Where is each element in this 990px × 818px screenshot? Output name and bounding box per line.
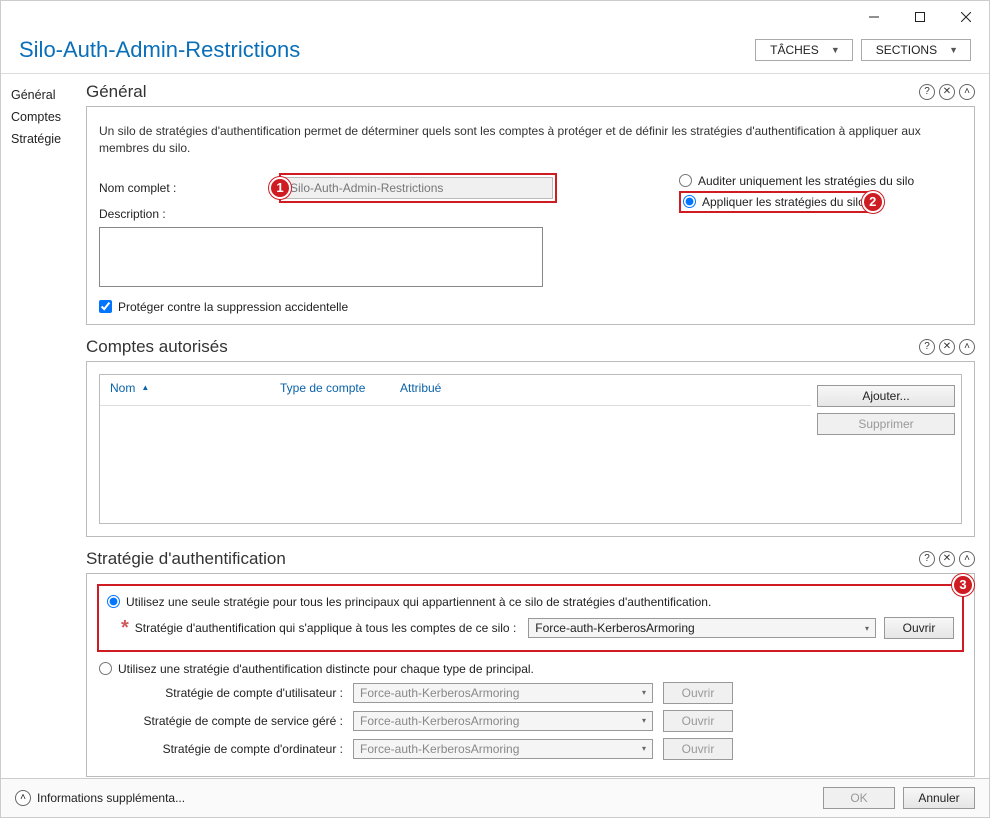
section-title-general: Général — [86, 82, 146, 102]
window-titlebar — [1, 1, 989, 33]
chevron-down-icon: ▾ — [642, 744, 646, 753]
expand-up-icon[interactable]: ˄ — [15, 790, 31, 806]
user-strategy-label: Stratégie de compte d'utilisateur : — [125, 686, 343, 700]
chevron-down-icon: ▼ — [831, 45, 840, 55]
applies-label: Stratégie d'authentification qui s'appli… — [135, 621, 516, 635]
chevron-down-icon: ▾ — [642, 716, 646, 725]
footer-info-label[interactable]: Informations supplémenta... — [37, 791, 185, 805]
chevron-down-icon: ▼ — [949, 45, 958, 55]
protect-checkbox[interactable] — [99, 300, 112, 313]
audit-radio[interactable] — [679, 174, 692, 187]
description-label: Description : — [99, 207, 269, 221]
column-attributed[interactable]: Attribué — [400, 381, 480, 395]
sort-asc-icon: ▲ — [141, 383, 149, 392]
chevron-down-icon: ▾ — [642, 688, 646, 697]
callout-2: 2 — [862, 191, 884, 213]
callout-1: 1 — [269, 177, 291, 199]
sidebar-item-strategy[interactable]: Stratégie — [9, 128, 78, 150]
close-section-icon[interactable]: ✕ — [939, 339, 955, 355]
column-type[interactable]: Type de compte — [280, 381, 400, 395]
section-title-strategy: Stratégie d'authentification — [86, 549, 286, 569]
chevron-down-icon: ▾ — [865, 624, 869, 633]
sidebar-item-general[interactable]: Général — [9, 84, 78, 106]
help-icon[interactable]: ? — [919, 339, 935, 355]
close-section-icon[interactable]: ✕ — [939, 551, 955, 567]
required-icon: * — [107, 617, 135, 640]
collapse-icon[interactable]: ˄ — [959, 339, 975, 355]
remove-button: Supprimer — [817, 413, 955, 435]
collapse-icon[interactable]: ˄ — [959, 84, 975, 100]
header: Silo-Auth-Admin-Restrictions TÂCHES ▼ SE… — [1, 33, 989, 74]
close-button[interactable] — [943, 1, 989, 33]
description-textarea[interactable] — [99, 227, 543, 287]
close-section-icon[interactable]: ✕ — [939, 84, 955, 100]
name-input[interactable] — [283, 177, 553, 199]
user-strategy-combo[interactable]: Force-auth-KerberosArmoring ▾ — [353, 683, 653, 703]
service-strategy-label: Stratégie de compte de service géré : — [125, 714, 343, 728]
add-button[interactable]: Ajouter... — [817, 385, 955, 407]
ok-button[interactable]: OK — [823, 787, 895, 809]
single-strategy-radio[interactable] — [107, 595, 120, 608]
section-title-accounts: Comptes autorisés — [86, 337, 228, 357]
open-service-button: Ouvrir — [663, 710, 733, 732]
help-icon[interactable]: ? — [919, 551, 935, 567]
audit-label: Auditer uniquement les stratégies du sil… — [698, 174, 914, 188]
open-computer-button: Ouvrir — [663, 738, 733, 760]
footer: ˄ Informations supplémenta... OK Annuler — [1, 778, 989, 817]
apply-label: Appliquer les stratégies du silo — [702, 195, 865, 209]
single-strategy-combo[interactable]: Force-auth-KerberosArmoring ▾ — [528, 618, 876, 638]
general-description: Un silo de stratégies d'authentification… — [99, 123, 962, 157]
minimize-button[interactable] — [851, 1, 897, 33]
open-user-button: Ouvrir — [663, 682, 733, 704]
tasks-dropdown[interactable]: TÂCHES ▼ — [755, 39, 853, 61]
page-title: Silo-Auth-Admin-Restrictions — [19, 37, 300, 63]
collapse-icon[interactable]: ˄ — [959, 551, 975, 567]
open-button[interactable]: Ouvrir — [884, 617, 954, 639]
sidebar-item-accounts[interactable]: Comptes — [9, 106, 78, 128]
distinct-strategy-label: Utilisez une stratégie d'authentificatio… — [118, 662, 534, 676]
single-strategy-label: Utilisez une seule stratégie pour tous l… — [126, 595, 711, 609]
protect-label: Protéger contre la suppression accidente… — [118, 300, 348, 314]
distinct-strategy-radio[interactable] — [99, 662, 112, 675]
callout-3: 3 — [952, 574, 974, 596]
accounts-table: Nom ▲ Type de compte Attribué — [100, 375, 811, 523]
help-icon[interactable]: ? — [919, 84, 935, 100]
apply-radio[interactable] — [683, 195, 696, 208]
service-strategy-combo[interactable]: Force-auth-KerberosArmoring ▾ — [353, 711, 653, 731]
cancel-button[interactable]: Annuler — [903, 787, 975, 809]
computer-strategy-label: Stratégie de compte d'ordinateur : — [125, 742, 343, 756]
computer-strategy-combo[interactable]: Force-auth-KerberosArmoring ▾ — [353, 739, 653, 759]
column-name[interactable]: Nom ▲ — [110, 381, 280, 395]
tasks-label: TÂCHES — [770, 43, 819, 57]
sidebar: Général Comptes Stratégie — [1, 74, 86, 778]
sections-dropdown[interactable]: SECTIONS ▼ — [861, 39, 971, 61]
maximize-button[interactable] — [897, 1, 943, 33]
sections-label: SECTIONS — [876, 43, 937, 57]
name-label: Nom complet : — [99, 181, 269, 195]
